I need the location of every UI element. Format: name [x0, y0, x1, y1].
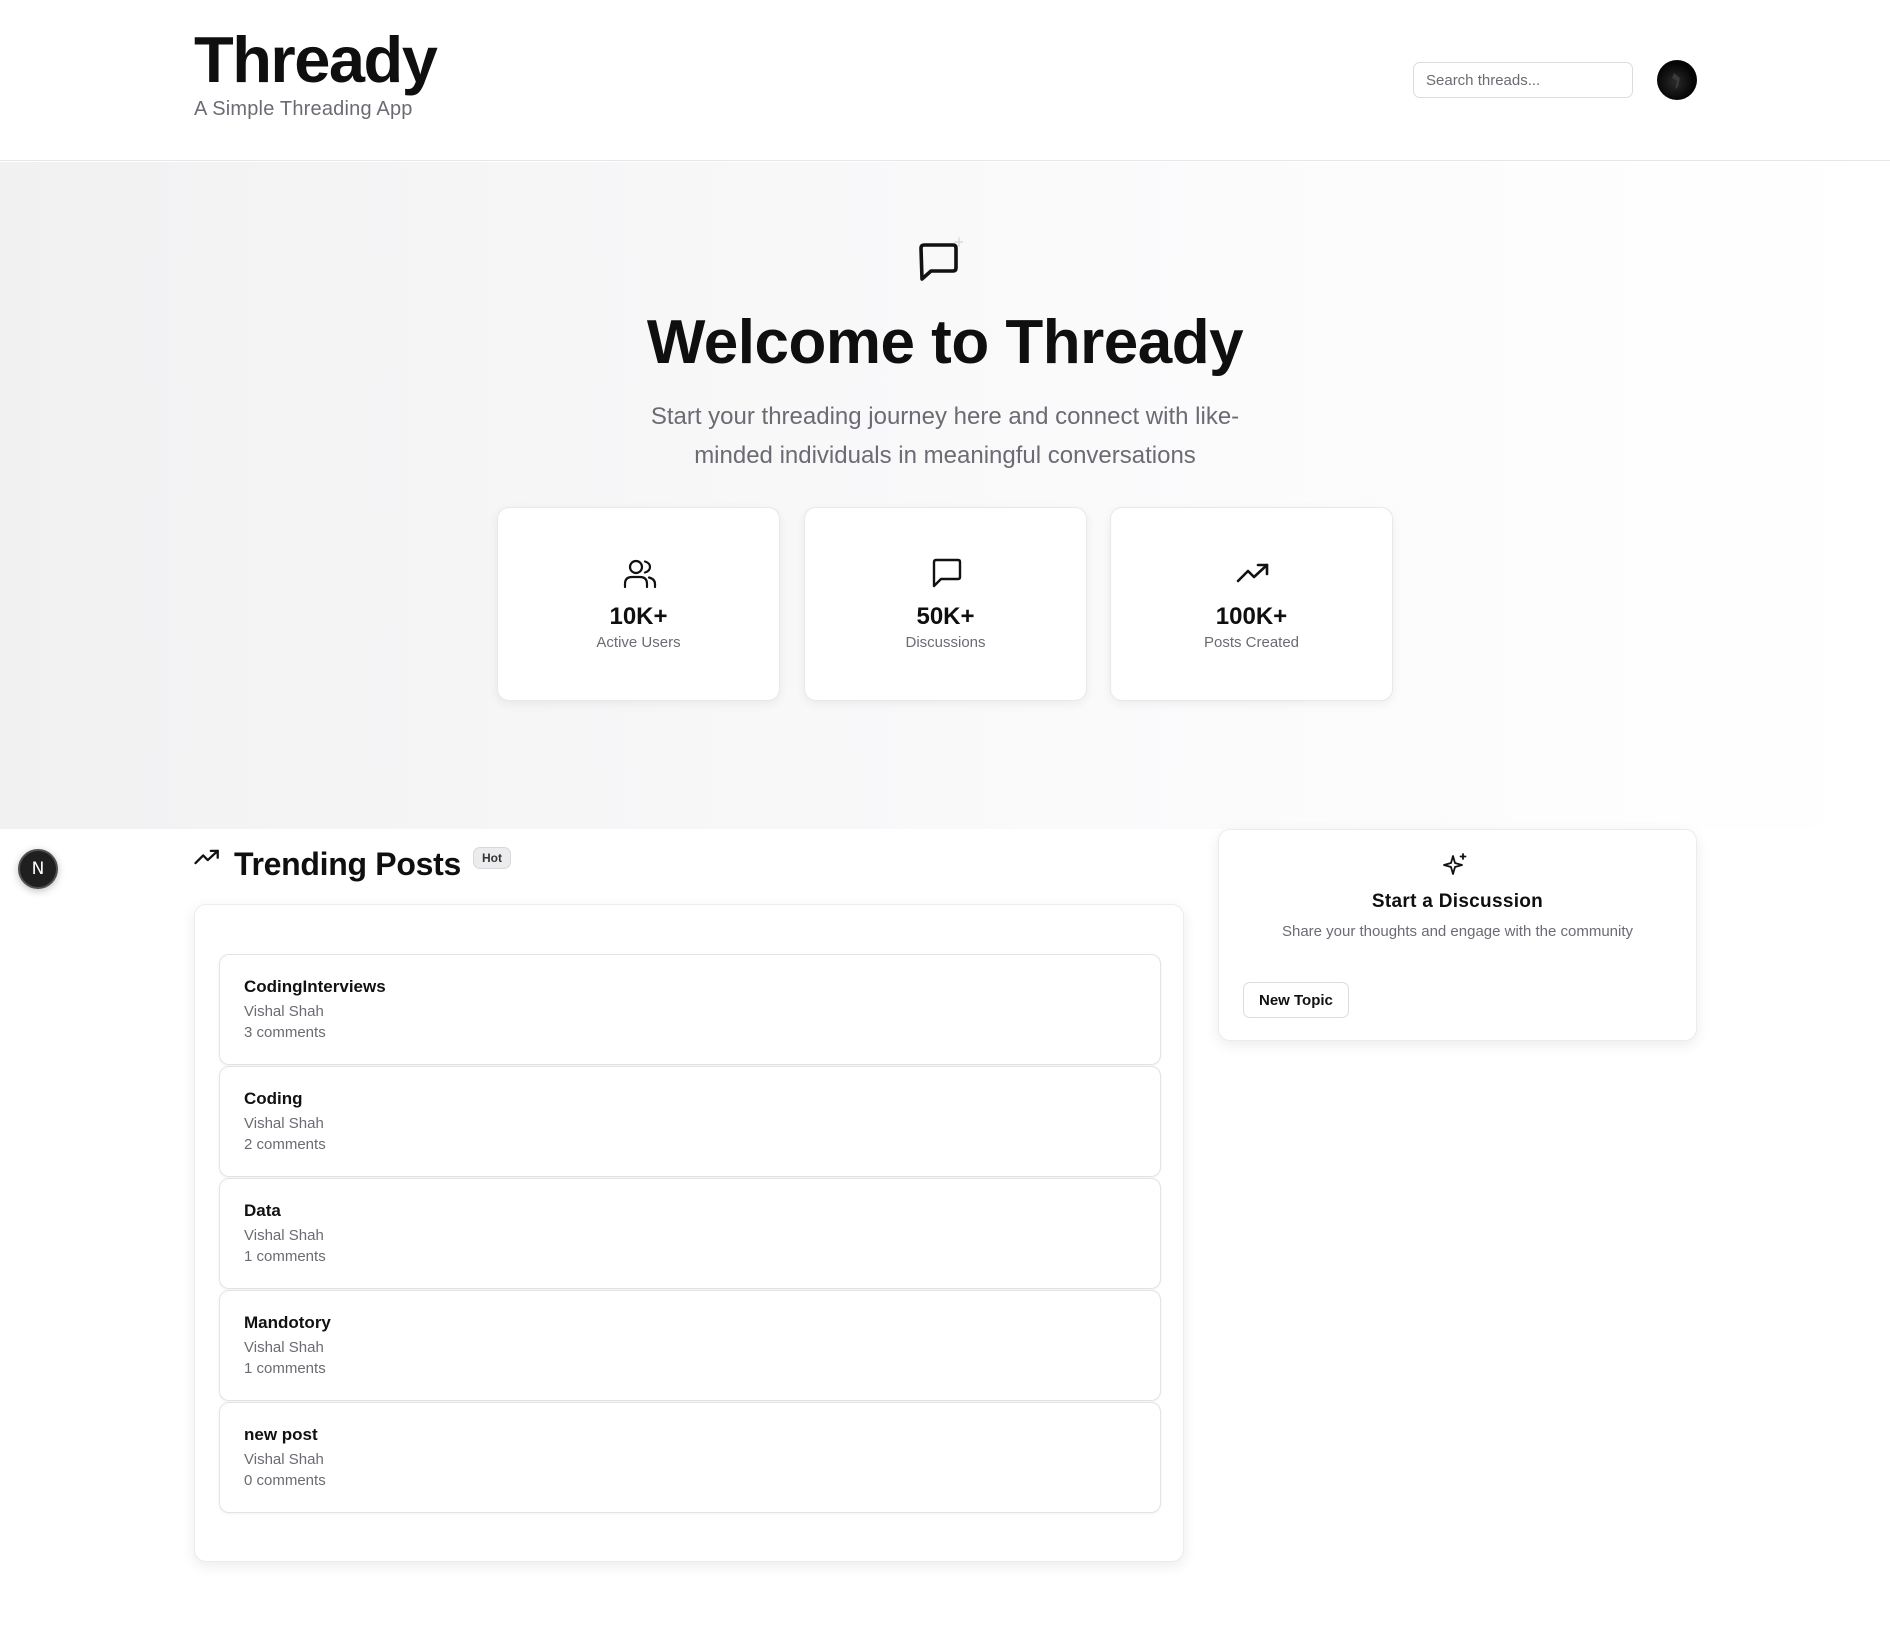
site-title[interactable]: Thready [194, 25, 438, 94]
stat-value: 50K+ [916, 603, 975, 630]
brand: Thready A Simple Threading App [194, 25, 438, 121]
user-avatar[interactable] [1657, 60, 1697, 100]
post-comment-count: 1 comments [244, 1248, 326, 1265]
stat-card-posts-created: 100K+ Posts Created [1110, 507, 1393, 701]
post-title[interactable]: Mandotory [244, 1313, 1160, 1333]
post-item[interactable]: CodingInterviews Vishal Shah 3 comments [219, 954, 1161, 1065]
hot-badge: Hot [472, 847, 511, 869]
post-author: Vishal Shah [244, 1227, 324, 1244]
post-author: Vishal Shah [244, 1003, 324, 1020]
trending-posts-list: CodingInterviews Vishal Shah 3 comments … [194, 904, 1184, 1562]
hero-subtitle: Start your threading journey here and co… [650, 403, 1240, 469]
stat-label: Posts Created [1203, 634, 1300, 651]
post-title[interactable]: CodingInterviews [244, 977, 1160, 997]
post-item[interactable]: Data Vishal Shah 1 comments [219, 1178, 1161, 1289]
site-header: Thready A Simple Threading App [0, 0, 1890, 161]
dev-tools-badge[interactable]: N [18, 849, 58, 889]
post-author: Vishal Shah [244, 1339, 324, 1356]
post-comment-count: 0 comments [244, 1472, 326, 1489]
trending-up-icon [1236, 563, 1269, 583]
stat-card-active-users: 10K+ Active Users [497, 507, 780, 701]
post-author: Vishal Shah [244, 1115, 324, 1132]
discussion-subtitle: Share your thoughts and engage with the … [1281, 923, 1634, 940]
message-square-icon [932, 558, 962, 588]
trending-title: Trending Posts [234, 845, 461, 882]
discussion-title: Start a Discussion [1371, 891, 1544, 912]
stat-value: 10K+ [609, 603, 668, 630]
stat-card-discussions: 50K+ Discussions [804, 507, 1087, 701]
users-icon [623, 559, 657, 589]
post-item[interactable]: Mandotory Vishal Shah 1 comments [219, 1290, 1161, 1401]
avatar-image-icon [1672, 73, 1680, 89]
stat-label: Active Users [596, 634, 681, 651]
search-input[interactable] [1413, 62, 1633, 98]
new-topic-button[interactable]: New Topic [1243, 982, 1349, 1018]
hero-title: Welcome to Thready [646, 308, 1244, 377]
trending-up-icon [194, 849, 219, 865]
post-title[interactable]: Coding [244, 1089, 1160, 1109]
post-comment-count: 2 comments [244, 1136, 326, 1153]
stat-label: Discussions [905, 634, 986, 651]
post-comment-count: 1 comments [244, 1360, 326, 1377]
sparkles-icon [1443, 853, 1467, 875]
post-comment-count: 3 comments [244, 1024, 326, 1041]
post-item[interactable]: new post Vishal Shah 0 comments [219, 1402, 1161, 1513]
post-title[interactable]: new post [244, 1425, 1160, 1445]
message-square-icon [919, 237, 963, 281]
stat-value: 100K+ [1215, 603, 1288, 630]
post-title[interactable]: Data [244, 1201, 1160, 1221]
start-discussion-card: Start a Discussion Share your thoughts a… [1218, 829, 1697, 1041]
trending-header: Trending Posts Hot [194, 840, 511, 888]
post-item[interactable]: Coding Vishal Shah 2 comments [219, 1066, 1161, 1177]
site-subtitle: A Simple Threading App [194, 98, 413, 121]
post-author: Vishal Shah [244, 1451, 324, 1468]
